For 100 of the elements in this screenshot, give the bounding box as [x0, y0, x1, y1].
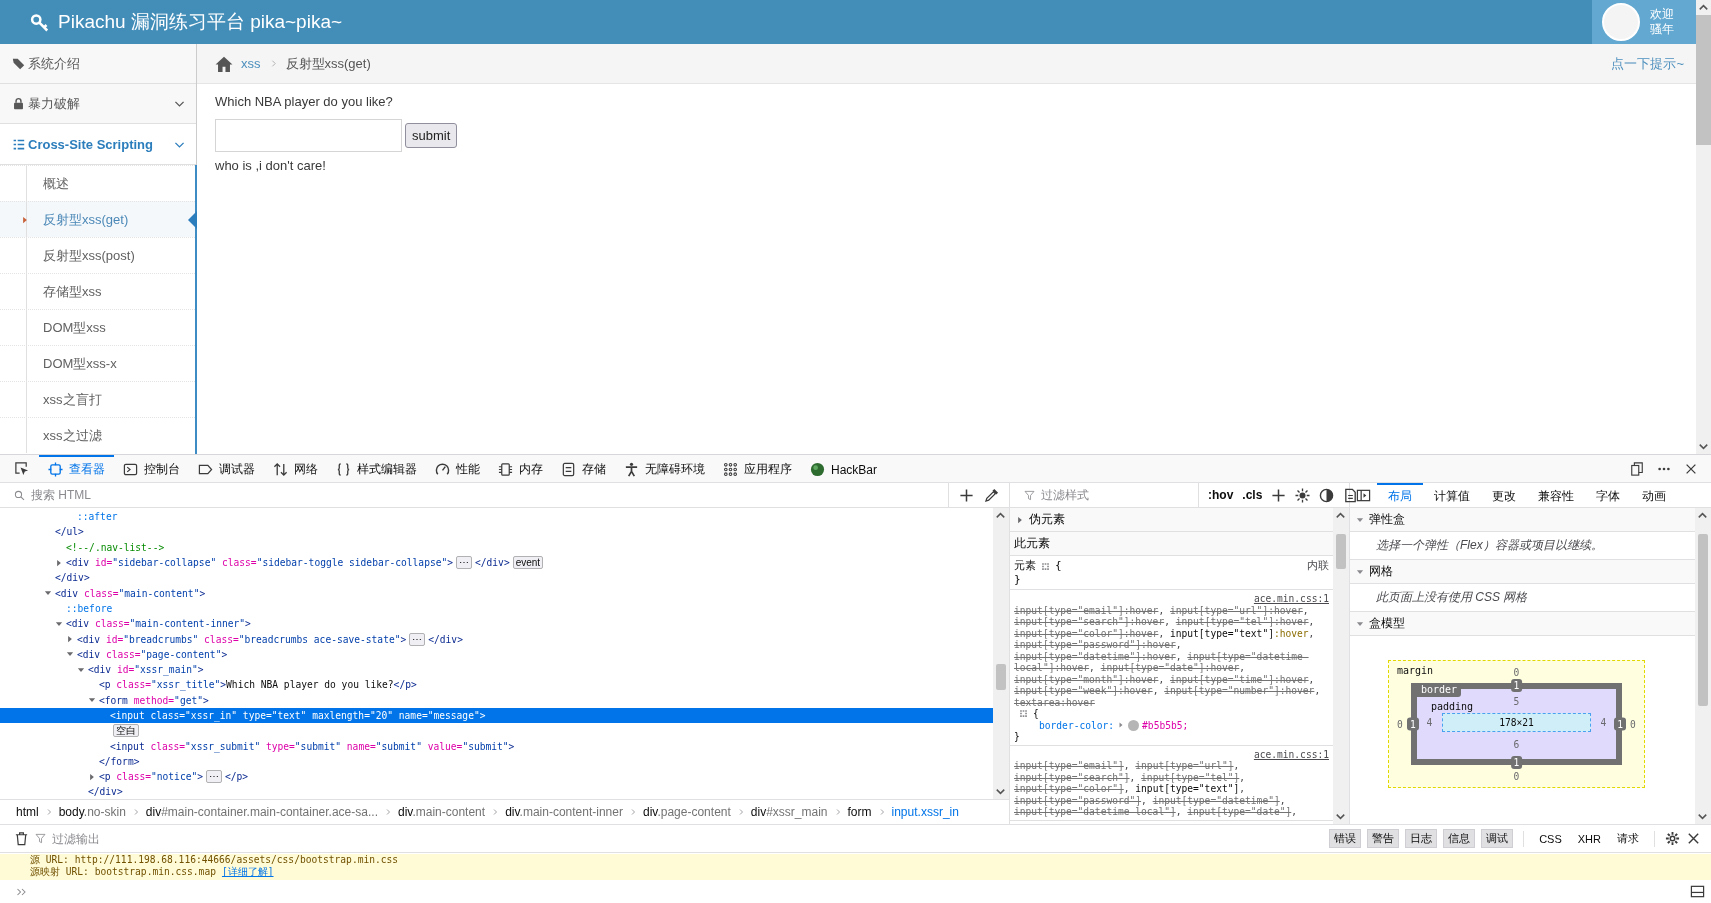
home-icon[interactable] — [215, 54, 233, 73]
learn-more-link[interactable]: [详细了解] — [221, 866, 274, 877]
sidebar-item[interactable]: 系统介绍 — [0, 44, 196, 84]
filter-button[interactable]: XHR — [1572, 830, 1606, 847]
submenu-item[interactable]: xss之过滤 — [0, 417, 195, 453]
source-link[interactable]: ace.min.css:1 — [1253, 748, 1329, 760]
devtools-tab[interactable]: 存储 — [552, 455, 615, 482]
toggle-button[interactable]: .cls — [1242, 488, 1263, 502]
devtools-tab[interactable]: 性能 — [426, 455, 489, 482]
panel-tab[interactable]: 计算值 — [1423, 483, 1481, 507]
devtools-tab[interactable]: 控制台 — [114, 455, 189, 482]
scrollbar-thumb[interactable] — [1696, 15, 1711, 145]
panel-tab[interactable]: 动画 — [1631, 483, 1677, 507]
markup-badge[interactable]: ⋯ — [456, 556, 472, 570]
toggle-button[interactable]: :hov — [1208, 488, 1234, 502]
search-field[interactable]: 搜索 HTML — [29, 487, 948, 503]
scrollbar-thumb[interactable] — [1336, 534, 1346, 569]
devtools-tab[interactable]: HackBar — [801, 455, 886, 482]
contrast-icon[interactable] — [1319, 487, 1335, 503]
circle-icon — [810, 462, 825, 477]
text-input[interactable] — [215, 119, 402, 152]
markup-badge[interactable]: ⋯ — [409, 632, 426, 646]
submenu-item[interactable]: 存储型xss — [0, 273, 195, 309]
panel-tab[interactable]: 字体 — [1585, 483, 1631, 507]
box-value: 0 — [1630, 718, 1636, 730]
path-item[interactable]: input.xssr_in — [889, 805, 961, 819]
source-link[interactable]: ace.min.css:1 — [1253, 593, 1329, 605]
submenu-item[interactable]: xss之盲打 — [0, 381, 195, 417]
split-view-icon[interactable] — [1690, 884, 1705, 899]
filter-field[interactable]: 过滤样式 — [1039, 487, 1198, 503]
panel-tab[interactable]: 更改 — [1481, 483, 1527, 507]
submit-button[interactable]: submit — [405, 123, 458, 148]
submenu-item[interactable]: 概述 — [0, 165, 195, 201]
devtools-tab[interactable]: 应用程序 — [714, 455, 801, 482]
question-text: Which NBA player do you like? — [215, 94, 394, 109]
panel-tab[interactable]: 兼容性 — [1527, 483, 1585, 507]
filter-button[interactable]: CSS — [1534, 830, 1567, 847]
path-item[interactable]: div.main-content-inner — [503, 805, 625, 819]
markup-text: <div id="sidebar-collapse" class="sidebar-toggle sidebar-collapse"> — [66, 557, 453, 569]
sidebar-item[interactable]: Cross-Site Scripting — [0, 124, 196, 165]
border-value: 1 — [1614, 717, 1626, 731]
eyedropper-icon[interactable] — [984, 487, 999, 503]
scrollbar[interactable] — [1695, 508, 1711, 824]
filter-button[interactable]: 请求 — [1612, 829, 1644, 848]
filter-button[interactable]: 调试 — [1481, 829, 1514, 848]
devtools-tab[interactable]: 查看器 — [39, 455, 114, 482]
markup-badge[interactable]: event — [512, 556, 544, 570]
box-value: 4 — [1426, 717, 1433, 728]
path-item[interactable]: html — [14, 805, 41, 819]
scrollbar-thumb[interactable] — [996, 663, 1006, 691]
scrollbar[interactable] — [993, 508, 1009, 799]
path-item[interactable]: div#main-container.main-container.ace-sa... — [143, 805, 380, 819]
markup-text: </div> — [428, 633, 463, 645]
color-swatch[interactable] — [1128, 719, 1140, 731]
sidebar-item[interactable]: 暴力破解 — [0, 84, 196, 124]
settings-icon[interactable] — [1665, 831, 1680, 846]
add-icon[interactable] — [1271, 487, 1287, 503]
submenu-item[interactable]: 反射型xss(post) — [0, 237, 195, 273]
highlighter-icon[interactable] — [1041, 561, 1050, 571]
path-item[interactable]: div.page-content — [640, 805, 733, 819]
submenu-item[interactable]: DOM型xss-x — [0, 345, 195, 381]
markup-text: <div class="main-content-inner"> — [66, 618, 251, 630]
highlighter-icon[interactable] — [1019, 709, 1028, 719]
light-mode-icon[interactable] — [1295, 487, 1311, 503]
section-header[interactable]: 弹性盒 — [1350, 508, 1695, 532]
close-icon[interactable] — [1686, 831, 1701, 846]
scrollbar[interactable] — [1333, 508, 1349, 824]
path-item[interactable]: body.no-skin — [56, 805, 128, 819]
section-header[interactable]: 网格 — [1350, 560, 1695, 584]
submenu-item[interactable]: 反射型xss(get) — [0, 201, 195, 237]
submenu-item[interactable]: DOM型xss — [0, 309, 195, 345]
box-value: 0 — [1513, 770, 1520, 782]
lock-icon — [12, 97, 25, 110]
document-icon[interactable] — [1343, 487, 1359, 503]
scrollbar[interactable] — [1696, 0, 1711, 454]
dock-icon[interactable] — [1630, 461, 1644, 476]
add-icon[interactable] — [959, 487, 974, 503]
filter-button[interactable]: 日志 — [1405, 829, 1438, 848]
section-header[interactable]: 伪元素 — [1010, 508, 1333, 532]
devtools-tab[interactable]: 无障碍环境 — [615, 455, 714, 482]
section-header[interactable]: 盒模型 — [1350, 612, 1695, 636]
filter-button[interactable]: 信息 — [1443, 829, 1476, 848]
css-selector: input[type="email"], input[type="url"], input[type="search"], input[type="tel"], input[type="color"], input[type="text"], input[type="password"], input[type="datetime"], input[type="datetime-local"], input[type="date"], — [1014, 760, 1299, 818]
path-item[interactable]: form — [845, 805, 874, 819]
filter-field[interactable]: 过滤输出 — [50, 830, 335, 847]
path-item[interactable]: div#xssr_main — [748, 805, 830, 819]
scrollbar-thumb[interactable] — [1698, 534, 1708, 707]
filter-button[interactable]: 错误 — [1329, 829, 1362, 848]
devtools-tab[interactable]: 样式编辑器 — [327, 455, 426, 482]
greeting-text: 欢迎 — [1650, 7, 1674, 22]
devtools-tab[interactable]: 调试器 — [189, 455, 264, 482]
devtools-tab[interactable]: 网络 — [264, 455, 327, 482]
sidebar-toggle-icon[interactable] — [1356, 487, 1371, 503]
trash-icon[interactable] — [14, 831, 29, 846]
markup-badge[interactable]: 空白 — [113, 724, 139, 738]
filter-button[interactable]: 警告 — [1367, 829, 1400, 848]
console-icon — [123, 462, 138, 477]
path-item[interactable]: div.main-content — [395, 805, 488, 819]
devtools-tab[interactable]: 内存 — [489, 455, 552, 482]
markup-badge[interactable]: ⋯ — [206, 770, 222, 784]
